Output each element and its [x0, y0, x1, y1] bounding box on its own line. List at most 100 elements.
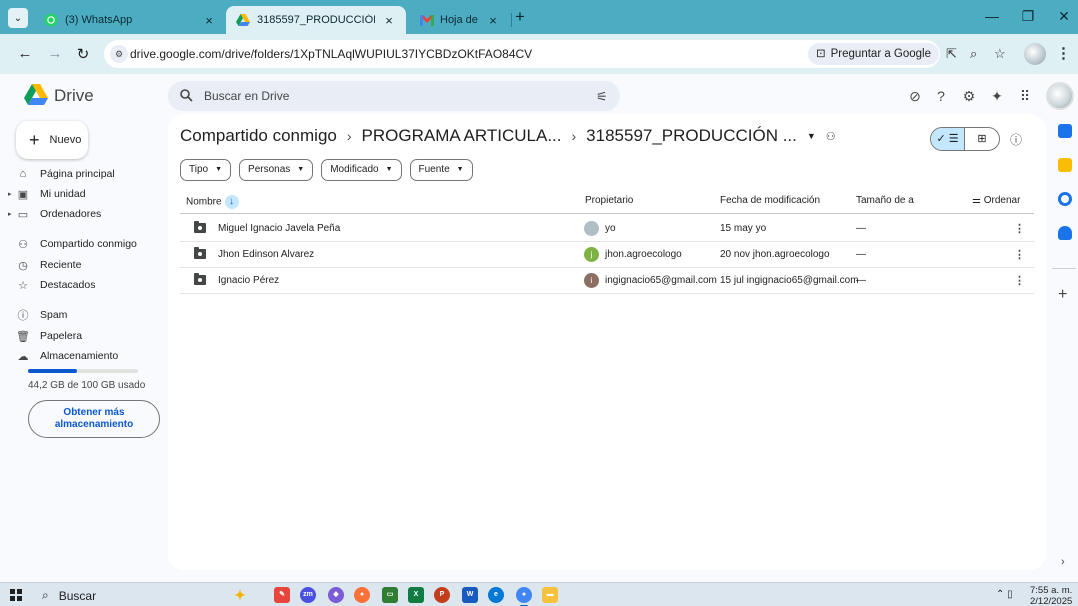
more-actions-icon[interactable]: ⋮ [1014, 248, 1025, 261]
filter-type[interactable]: Tipo ▼ [180, 159, 232, 181]
restore-icon[interactable]: ❐ [1013, 8, 1043, 25]
minimize-icon[interactable]: — [977, 8, 1007, 24]
taskbar-search[interactable]: ⌕ Buscar [42, 588, 96, 603]
drive-search-bar[interactable]: Buscar en Drive ⚟ [168, 81, 620, 111]
paint-app-icon[interactable]: ✎ [274, 587, 290, 603]
breadcrumb-item-program[interactable]: PROGRAMA ARTICULA... [362, 126, 562, 146]
filter-people[interactable]: Personas ▼ [239, 159, 314, 181]
word-icon[interactable]: W [462, 587, 478, 603]
powerpoint-icon[interactable]: P [434, 587, 450, 603]
browser-profile-avatar[interactable] [1024, 43, 1046, 65]
install-app-icon[interactable]: ⇱ [946, 46, 957, 62]
zoom-app-icon[interactable]: zm [300, 587, 316, 603]
breadcrumb-item-current[interactable]: 3185597_PRODUCCIÓN ... [586, 126, 797, 146]
nav-item-spam[interactable]: ⓘ Spam [16, 305, 68, 325]
help-icon[interactable]: ? [932, 88, 950, 104]
settings-gear-icon[interactable]: ⚙ [960, 88, 978, 105]
sort-arrow-down-icon[interactable]: ↓ [224, 195, 239, 209]
table-row[interactable]: Miguel Ignacio Javela Peña yo 15 may yo … [180, 216, 1034, 242]
forward-arrow-icon[interactable]: → [46, 45, 64, 62]
expand-arrow-icon[interactable]: ▸ [8, 190, 12, 198]
tab-whatsapp[interactable]: (3) WhatsApp × [34, 6, 226, 34]
file-explorer-icon[interactable]: ▬ [542, 587, 558, 603]
keep-icon[interactable] [1058, 158, 1072, 172]
zoom-icon[interactable]: ⌕ [970, 46, 977, 62]
get-addons-plus-icon[interactable]: + [1058, 286, 1067, 304]
file-app-icon[interactable]: ▭ [382, 587, 398, 603]
tab-search-chevron-icon[interactable]: ⌄ [8, 8, 28, 28]
chrome-icon[interactable]: ● [516, 587, 532, 606]
sort-lines-icon: ⚌ [972, 195, 984, 206]
column-name[interactable]: Nombre ↓ [186, 195, 239, 209]
back-arrow-icon[interactable]: ← [16, 45, 34, 62]
new-tab-button[interactable]: + [515, 8, 525, 25]
copilot-sparkle-icon[interactable]: ✦ [232, 587, 248, 603]
taskbar-clock[interactable]: 7:55 a. m. 2/12/2025 [1030, 585, 1072, 606]
chevron-right-icon[interactable]: › [1061, 556, 1065, 568]
offline-status-icon[interactable]: ⊘ [906, 88, 924, 105]
tasks-icon[interactable] [1058, 192, 1072, 206]
apps-grid-icon[interactable]: ⠿ [1016, 88, 1034, 105]
reload-icon[interactable]: ↻ [74, 45, 92, 63]
more-actions-icon[interactable]: ⋮ [1014, 274, 1025, 287]
filter-modified[interactable]: Modificado ▼ [321, 159, 402, 181]
close-window-icon[interactable]: ✕ [1049, 8, 1078, 25]
file-name[interactable]: Ignacio Pérez [218, 275, 279, 286]
nav-item-recent[interactable]: ◷ Reciente [16, 255, 81, 275]
ask-google-button[interactable]: ⊡ Preguntar a Google [808, 43, 940, 65]
expand-arrow-icon[interactable]: ▸ [8, 210, 12, 218]
bookmark-star-icon[interactable]: ☆ [994, 46, 1006, 62]
account-avatar[interactable] [1046, 82, 1074, 110]
tab-close-icon[interactable]: × [202, 13, 216, 28]
breadcrumb-item-shared[interactable]: Compartido conmigo [180, 126, 337, 146]
get-more-storage-button[interactable]: Obtener más almacenamiento [28, 400, 160, 438]
column-modified[interactable]: Fecha de modificación [720, 195, 820, 206]
column-size[interactable]: Tamaño de a [856, 195, 914, 206]
modified-date: 15 may yo [720, 223, 767, 234]
search-placeholder[interactable]: Buscar en Drive [204, 89, 289, 103]
nav-item-computers[interactable]: ▭ Ordenadores [16, 204, 102, 224]
info-icon[interactable]: ⓘ [1010, 131, 1022, 148]
grid-view-icon[interactable]: ⊞ [965, 128, 999, 150]
nav-item-starred[interactable]: ☆ Destacados [16, 275, 95, 295]
table-row[interactable]: Jhon Edinson Alvarez j jhon.agroecologo … [180, 242, 1034, 268]
nav-item-home[interactable]: ⌂ Página principal [16, 164, 115, 184]
nav-item-storage[interactable]: ☁ Almacenamiento [16, 346, 119, 366]
tab-close-icon[interactable]: × [382, 13, 396, 28]
nav-item-shared[interactable]: ⚇ Compartido conmigo [16, 234, 137, 254]
search-options-icon[interactable]: ⚟ [596, 89, 608, 105]
excel-icon[interactable]: X [408, 587, 424, 603]
sort-button[interactable]: ⚌ Ordenar [972, 195, 1020, 206]
firefox-icon[interactable]: ● [354, 587, 370, 603]
gemini-sparkle-icon[interactable]: ✦ [988, 88, 1006, 105]
calendar-icon[interactable] [1058, 124, 1072, 138]
address-bar[interactable]: ⚙ drive.google.com/drive/folders/1XpTNLA… [104, 40, 1006, 68]
column-owner[interactable]: Propietario [585, 195, 633, 206]
copilot-app-icon[interactable]: ◆ [328, 587, 344, 603]
drive-app-name[interactable]: Drive [54, 86, 94, 106]
tray-icons[interactable]: ⌃ ▯ [996, 589, 1013, 600]
contacts-icon[interactable] [1058, 226, 1072, 240]
site-settings-icon[interactable]: ⚙ [110, 45, 128, 63]
list-view-icon[interactable]: ✓ ☰ [931, 128, 966, 150]
nav-label: Almacenamiento [40, 350, 119, 362]
file-name[interactable]: Jhon Edinson Alvarez [218, 249, 314, 260]
nav-item-my-drive[interactable]: ▣ Mi unidad [16, 184, 86, 204]
folder-menu-caret-icon[interactable]: ▼ [807, 131, 816, 141]
url-text[interactable]: drive.google.com/drive/folders/1XpTNLAql… [130, 47, 532, 61]
spam-icon: ⓘ [17, 310, 29, 322]
caret-down-icon: ▼ [297, 166, 305, 173]
filter-source[interactable]: Fuente ▼ [409, 159, 473, 181]
windows-start-icon[interactable] [10, 589, 22, 601]
table-row[interactable]: Ignacio Pérez i ingignacio65@gmail.com 1… [180, 268, 1034, 294]
new-button[interactable]: + Nuevo [16, 121, 88, 159]
edge-icon[interactable]: e [488, 587, 504, 603]
more-actions-icon[interactable]: ⋮ [1014, 222, 1025, 235]
browser-menu-icon[interactable]: ⋮ [1056, 44, 1071, 62]
search-icon[interactable] [180, 89, 193, 102]
drive-logo-icon[interactable] [24, 84, 48, 105]
tab-drive-active[interactable]: 3185597_PRODUCCIÓN DE CAF × [226, 6, 406, 34]
file-name[interactable]: Miguel Ignacio Javela Peña [218, 223, 340, 234]
nav-item-trash[interactable]: 🗑 Papelera [16, 326, 82, 346]
tab-close-icon[interactable]: × [486, 13, 500, 28]
